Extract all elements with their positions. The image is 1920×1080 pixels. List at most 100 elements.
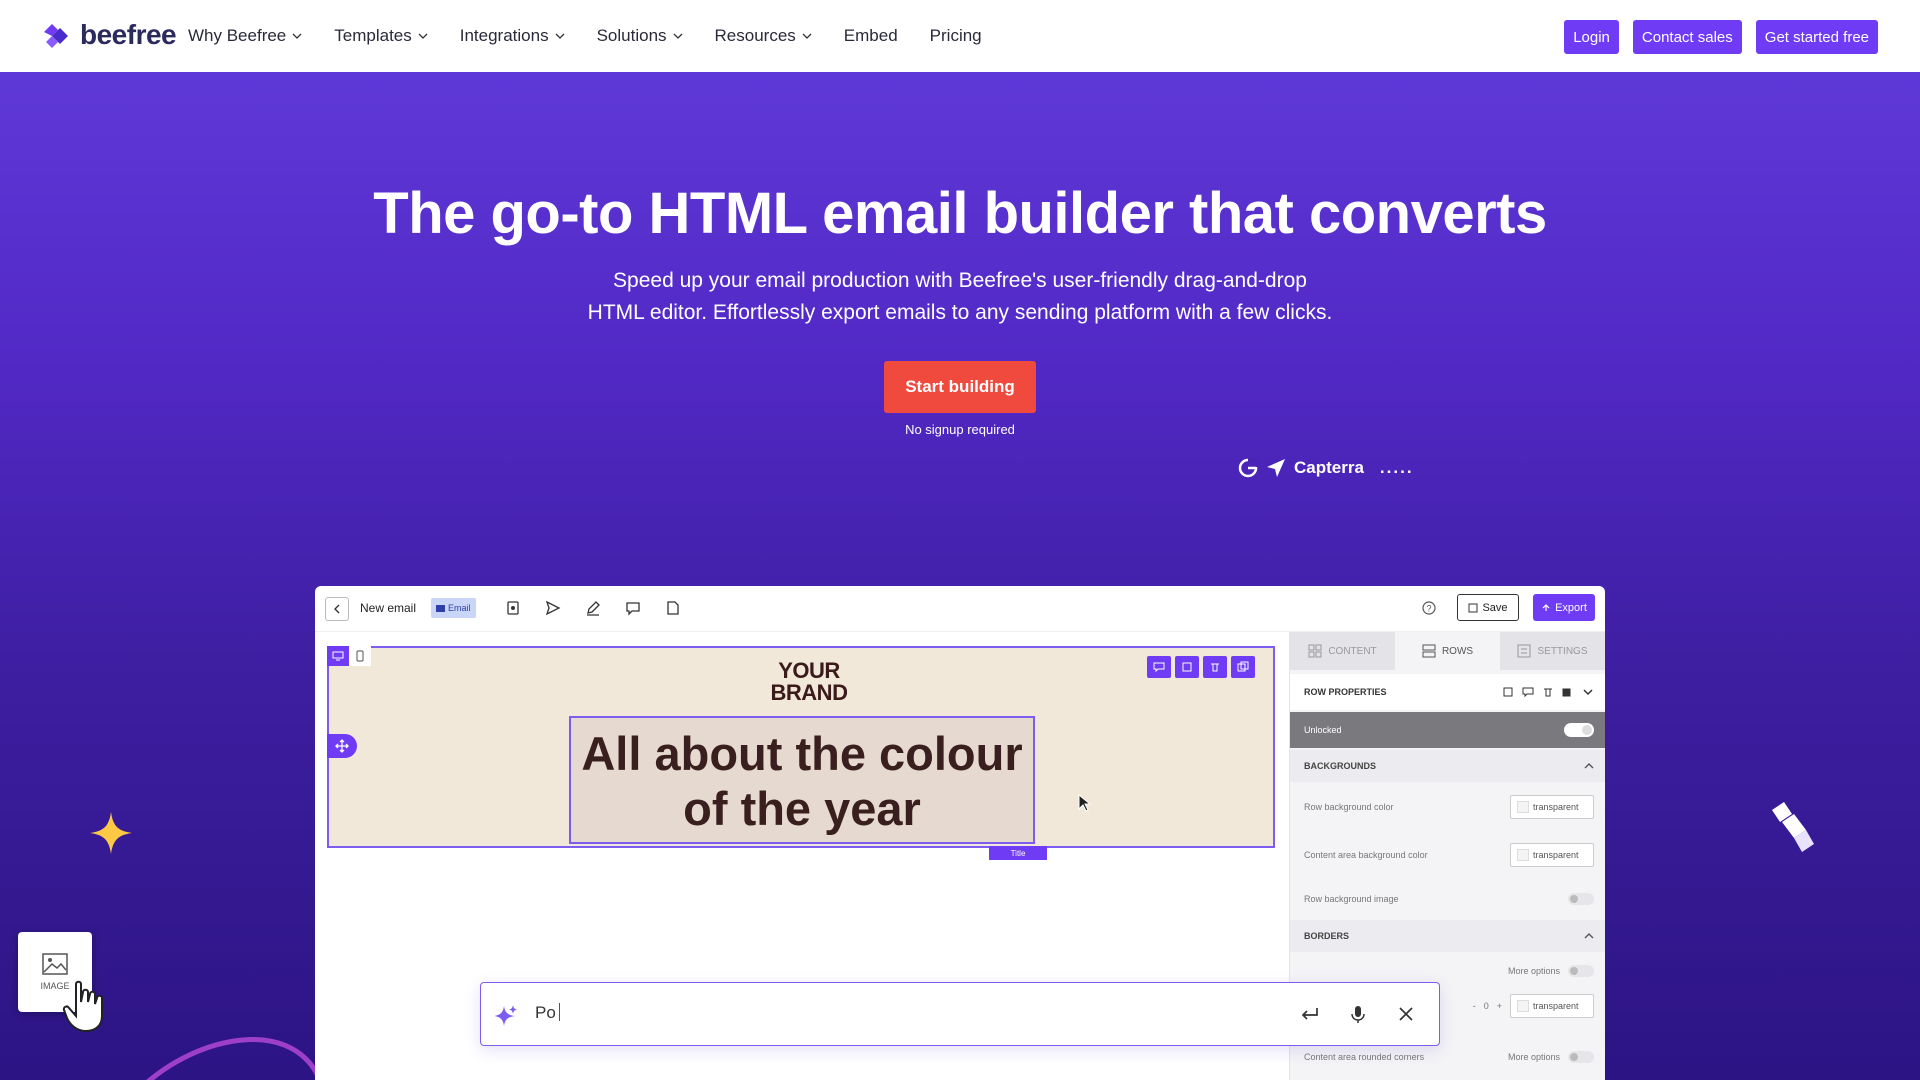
- history-icon[interactable]: [665, 600, 681, 616]
- rounded-corners-control: More options: [1508, 1051, 1594, 1063]
- login-button[interactable]: Login: [1564, 20, 1619, 54]
- brand-line: YOUR: [778, 658, 840, 683]
- hand-cursor-icon: [62, 980, 103, 1032]
- border-width-plus[interactable]: +: [1497, 1001, 1502, 1011]
- nav-item-resources[interactable]: Resources: [715, 26, 812, 46]
- sparkle-icon: [90, 812, 132, 854]
- row-bg-color-label: Row background color: [1304, 802, 1394, 812]
- nav-item-label: Pricing: [929, 26, 982, 45]
- chevron-down-icon: [555, 33, 565, 39]
- hero-subtitle-line: HTML editor. Effortlessly export emails …: [587, 301, 1333, 324]
- unlocked-toggle[interactable]: [1564, 723, 1594, 737]
- content-bg-color-label: Content area background color: [1304, 850, 1428, 860]
- row-comment-button[interactable]: [1147, 656, 1171, 678]
- send-test-icon[interactable]: [545, 600, 561, 616]
- microphone-icon[interactable]: [1347, 1003, 1369, 1025]
- color-swatch: [1517, 1000, 1529, 1012]
- contact-sales-button[interactable]: Contact sales: [1632, 20, 1742, 54]
- mobile-view-toggle[interactable]: [349, 646, 371, 666]
- trash-icon[interactable]: [1542, 686, 1554, 698]
- mouse-pointer-icon: [1078, 794, 1092, 812]
- color-value: transparent: [1533, 1001, 1579, 1011]
- no-signup-note: No signup required: [905, 422, 1015, 437]
- borders-collapse: [1584, 931, 1594, 941]
- borders-section[interactable]: BORDERS: [1290, 920, 1605, 952]
- border-width-value[interactable]: 0: [1484, 1001, 1489, 1011]
- chevron-down-icon[interactable]: [1582, 686, 1594, 698]
- nav-item-pricing[interactable]: Pricing: [930, 26, 982, 46]
- upload-icon: [1542, 603, 1550, 611]
- chevron-down-icon: [418, 33, 428, 39]
- chevron-down-icon: [802, 33, 812, 39]
- email-title-block[interactable]: All about the colour of the year: [569, 716, 1035, 844]
- text-caret: [558, 1003, 560, 1021]
- nav-item-why-beefree[interactable]: Why Beefree: [188, 26, 302, 46]
- row-bg-color-control: transparent: [1510, 795, 1594, 819]
- ai-prompt-bar: Po: [480, 982, 1440, 1046]
- border-width-minus[interactable]: -: [1473, 1001, 1476, 1011]
- capterra-label: Capterra: [1294, 458, 1364, 477]
- brand-line: BRAND: [770, 680, 848, 705]
- save-button[interactable]: Save: [1457, 594, 1519, 621]
- nav-item-label: Embed: [843, 26, 898, 45]
- get-started-free-button[interactable]: Get started free: [1755, 20, 1878, 54]
- beefree-mark-icon: [1772, 802, 1814, 852]
- back-button[interactable]: [325, 597, 349, 621]
- comment-icon[interactable]: [1522, 686, 1534, 698]
- trash-icon: [1211, 663, 1219, 672]
- comment-icon: [1153, 662, 1165, 673]
- row-delete-button[interactable]: [1203, 656, 1227, 678]
- rows-icon: [1422, 644, 1436, 658]
- edit-icon[interactable]: [585, 600, 601, 616]
- nav-item-templates[interactable]: Templates: [334, 26, 428, 46]
- comments-icon[interactable]: [625, 600, 641, 616]
- backgrounds-section[interactable]: BACKGROUNDS: [1290, 750, 1605, 782]
- unlocked-control: [1564, 723, 1594, 737]
- ratings-strip: Capterra .....: [1238, 458, 1414, 478]
- save-icon[interactable]: [1502, 686, 1514, 698]
- row-drag-handle[interactable]: [327, 734, 357, 758]
- row-bg-image-toggle[interactable]: [1568, 893, 1594, 905]
- row-bg-color-setting: Row background color transparent: [1290, 784, 1605, 830]
- beefree-logo[interactable]: beefree: [40, 18, 177, 52]
- row-properties-header: ROW PROPERTIES: [1290, 674, 1605, 710]
- export-button[interactable]: Export: [1533, 594, 1595, 621]
- row-bg-image-label: Row background image: [1304, 894, 1399, 904]
- tab-content[interactable]: CONTENT: [1290, 632, 1395, 670]
- enter-icon[interactable]: [1299, 1003, 1321, 1025]
- rounded-corners-toggle[interactable]: [1568, 1051, 1594, 1063]
- row-actions: [1147, 656, 1255, 678]
- nav-item-integrations[interactable]: Integrations: [460, 26, 565, 46]
- logo-wordmark: beefree: [80, 19, 177, 50]
- row-duplicate-button[interactable]: [1231, 656, 1255, 678]
- desktop-view-toggle[interactable]: [327, 646, 349, 666]
- nav-item-embed[interactable]: Embed: [844, 26, 898, 46]
- email-brand-logo: YOUR BRAND: [749, 660, 869, 704]
- tab-rows[interactable]: ROWS: [1395, 632, 1500, 670]
- start-building-button[interactable]: Start building: [884, 361, 1036, 413]
- border-color-picker[interactable]: transparent: [1510, 994, 1594, 1018]
- tab-settings[interactable]: SETTINGS: [1500, 632, 1605, 670]
- content-bg-color-picker[interactable]: transparent: [1510, 843, 1594, 867]
- ai-prompt-input[interactable]: Po: [535, 1003, 560, 1023]
- preview-icon[interactable]: [505, 600, 521, 616]
- save-icon: [1468, 603, 1478, 612]
- duplicate-icon[interactable]: [1562, 686, 1574, 698]
- top-navigation: beefree Why Beefree Templates Integratio…: [0, 0, 1920, 72]
- borders-more-options-toggle[interactable]: [1568, 965, 1594, 977]
- email-row-selected[interactable]: YOUR BRAND All about the colour of the y…: [327, 646, 1275, 860]
- nav-item-solutions[interactable]: Solutions: [597, 26, 683, 46]
- row-save-button[interactable]: [1175, 656, 1199, 678]
- row-bg-color-picker[interactable]: transparent: [1510, 795, 1594, 819]
- rounded-corners-setting: Content area rounded corners More option…: [1290, 1042, 1605, 1072]
- close-icon[interactable]: [1395, 1003, 1417, 1025]
- more-options-label: More options: [1507, 1052, 1560, 1062]
- chevron-down-icon: [292, 33, 302, 39]
- desktop-icon: [332, 651, 344, 661]
- border-width-control: - 0 + transparent: [1473, 994, 1594, 1018]
- block-type-tag: Title: [989, 846, 1047, 860]
- ai-sparkle-icon: [495, 1005, 517, 1026]
- row-bg-image-control: [1568, 893, 1594, 905]
- help-icon[interactable]: ?: [1422, 601, 1436, 615]
- nav-item-label: Why Beefree: [188, 26, 287, 45]
